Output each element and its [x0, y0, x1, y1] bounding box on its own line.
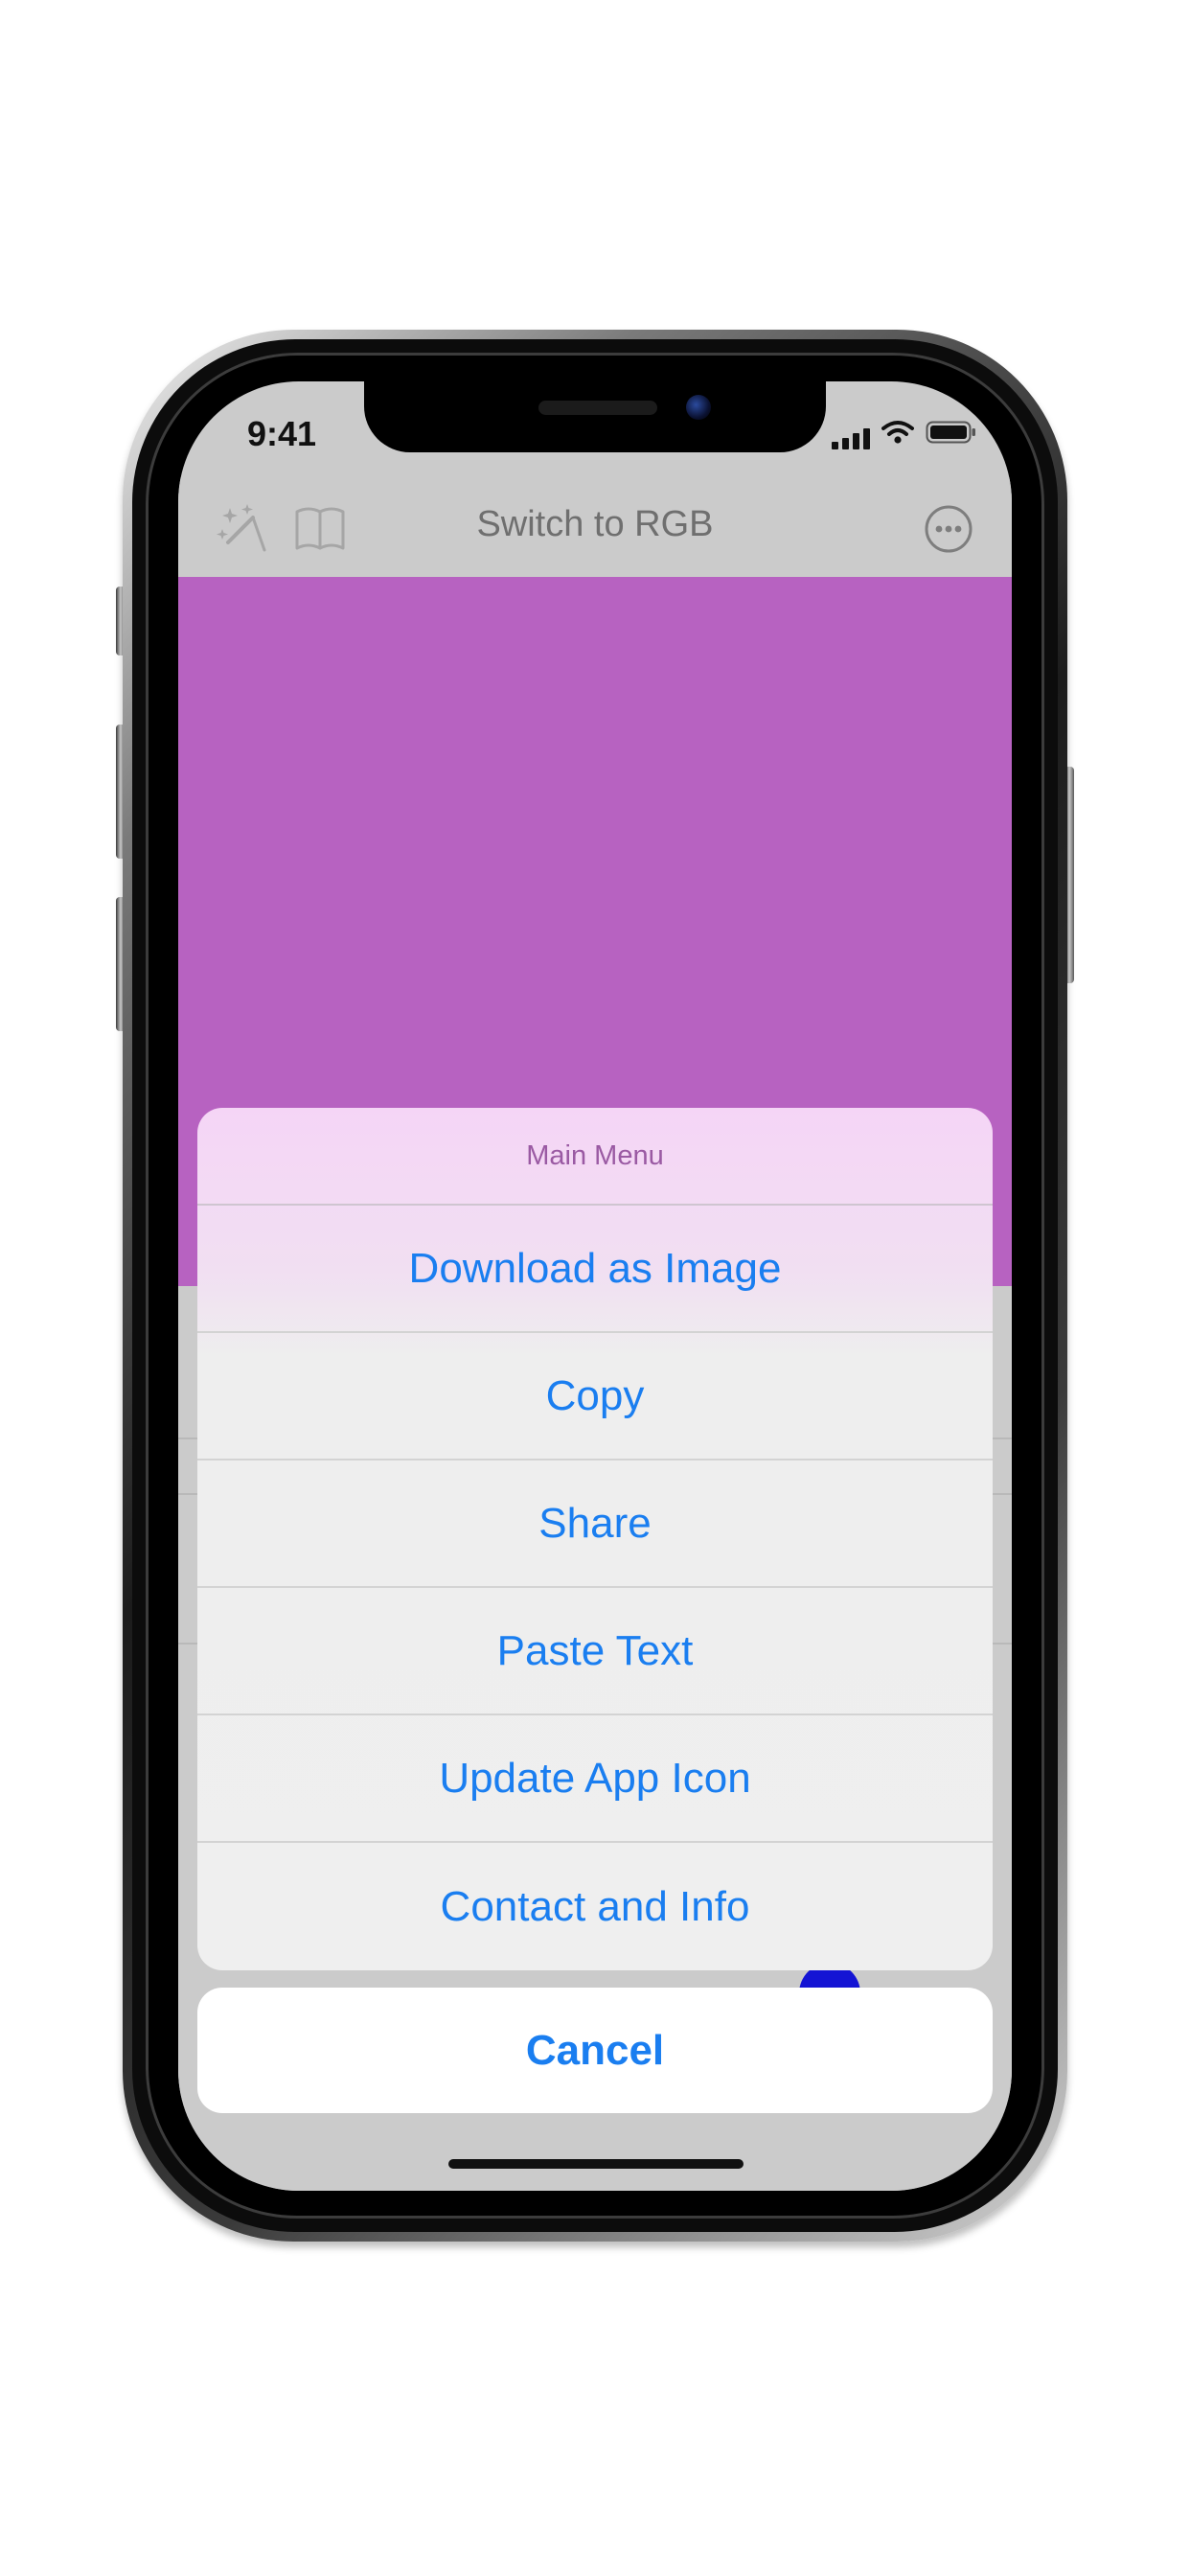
speaker-grille [538, 401, 657, 415]
cancel-button[interactable]: Cancel [197, 1988, 993, 2113]
front-camera [686, 395, 711, 420]
contact-and-info-button[interactable]: Contact and Info [197, 1843, 993, 1970]
paste-text-button[interactable]: Paste Text [197, 1588, 993, 1715]
wifi-icon [881, 420, 914, 449]
action-sheet-title: Main Menu [197, 1108, 993, 1206]
navigation-bar: Switch to RGB [178, 477, 1012, 577]
copy-button[interactable]: Copy [197, 1333, 993, 1460]
status-icons [832, 420, 977, 449]
more-ellipsis-icon[interactable] [922, 502, 975, 561]
home-indicator[interactable] [448, 2159, 744, 2169]
nav-title[interactable]: Switch to RGB [178, 504, 1012, 545]
phone-screen: Switch to RGB 9:41 Main Menu Download as… [178, 381, 1012, 2191]
status-time: 9:41 [247, 414, 317, 453]
share-button[interactable]: Share [197, 1460, 993, 1588]
update-app-icon-button[interactable]: Update App Icon [197, 1715, 993, 1843]
notch [364, 381, 826, 452]
battery-icon [926, 420, 977, 449]
download-as-image-button[interactable]: Download as Image [197, 1206, 993, 1333]
action-sheet: Main Menu Download as Image Copy Share P… [197, 1108, 993, 1970]
cellular-signal-icon [832, 428, 870, 449]
